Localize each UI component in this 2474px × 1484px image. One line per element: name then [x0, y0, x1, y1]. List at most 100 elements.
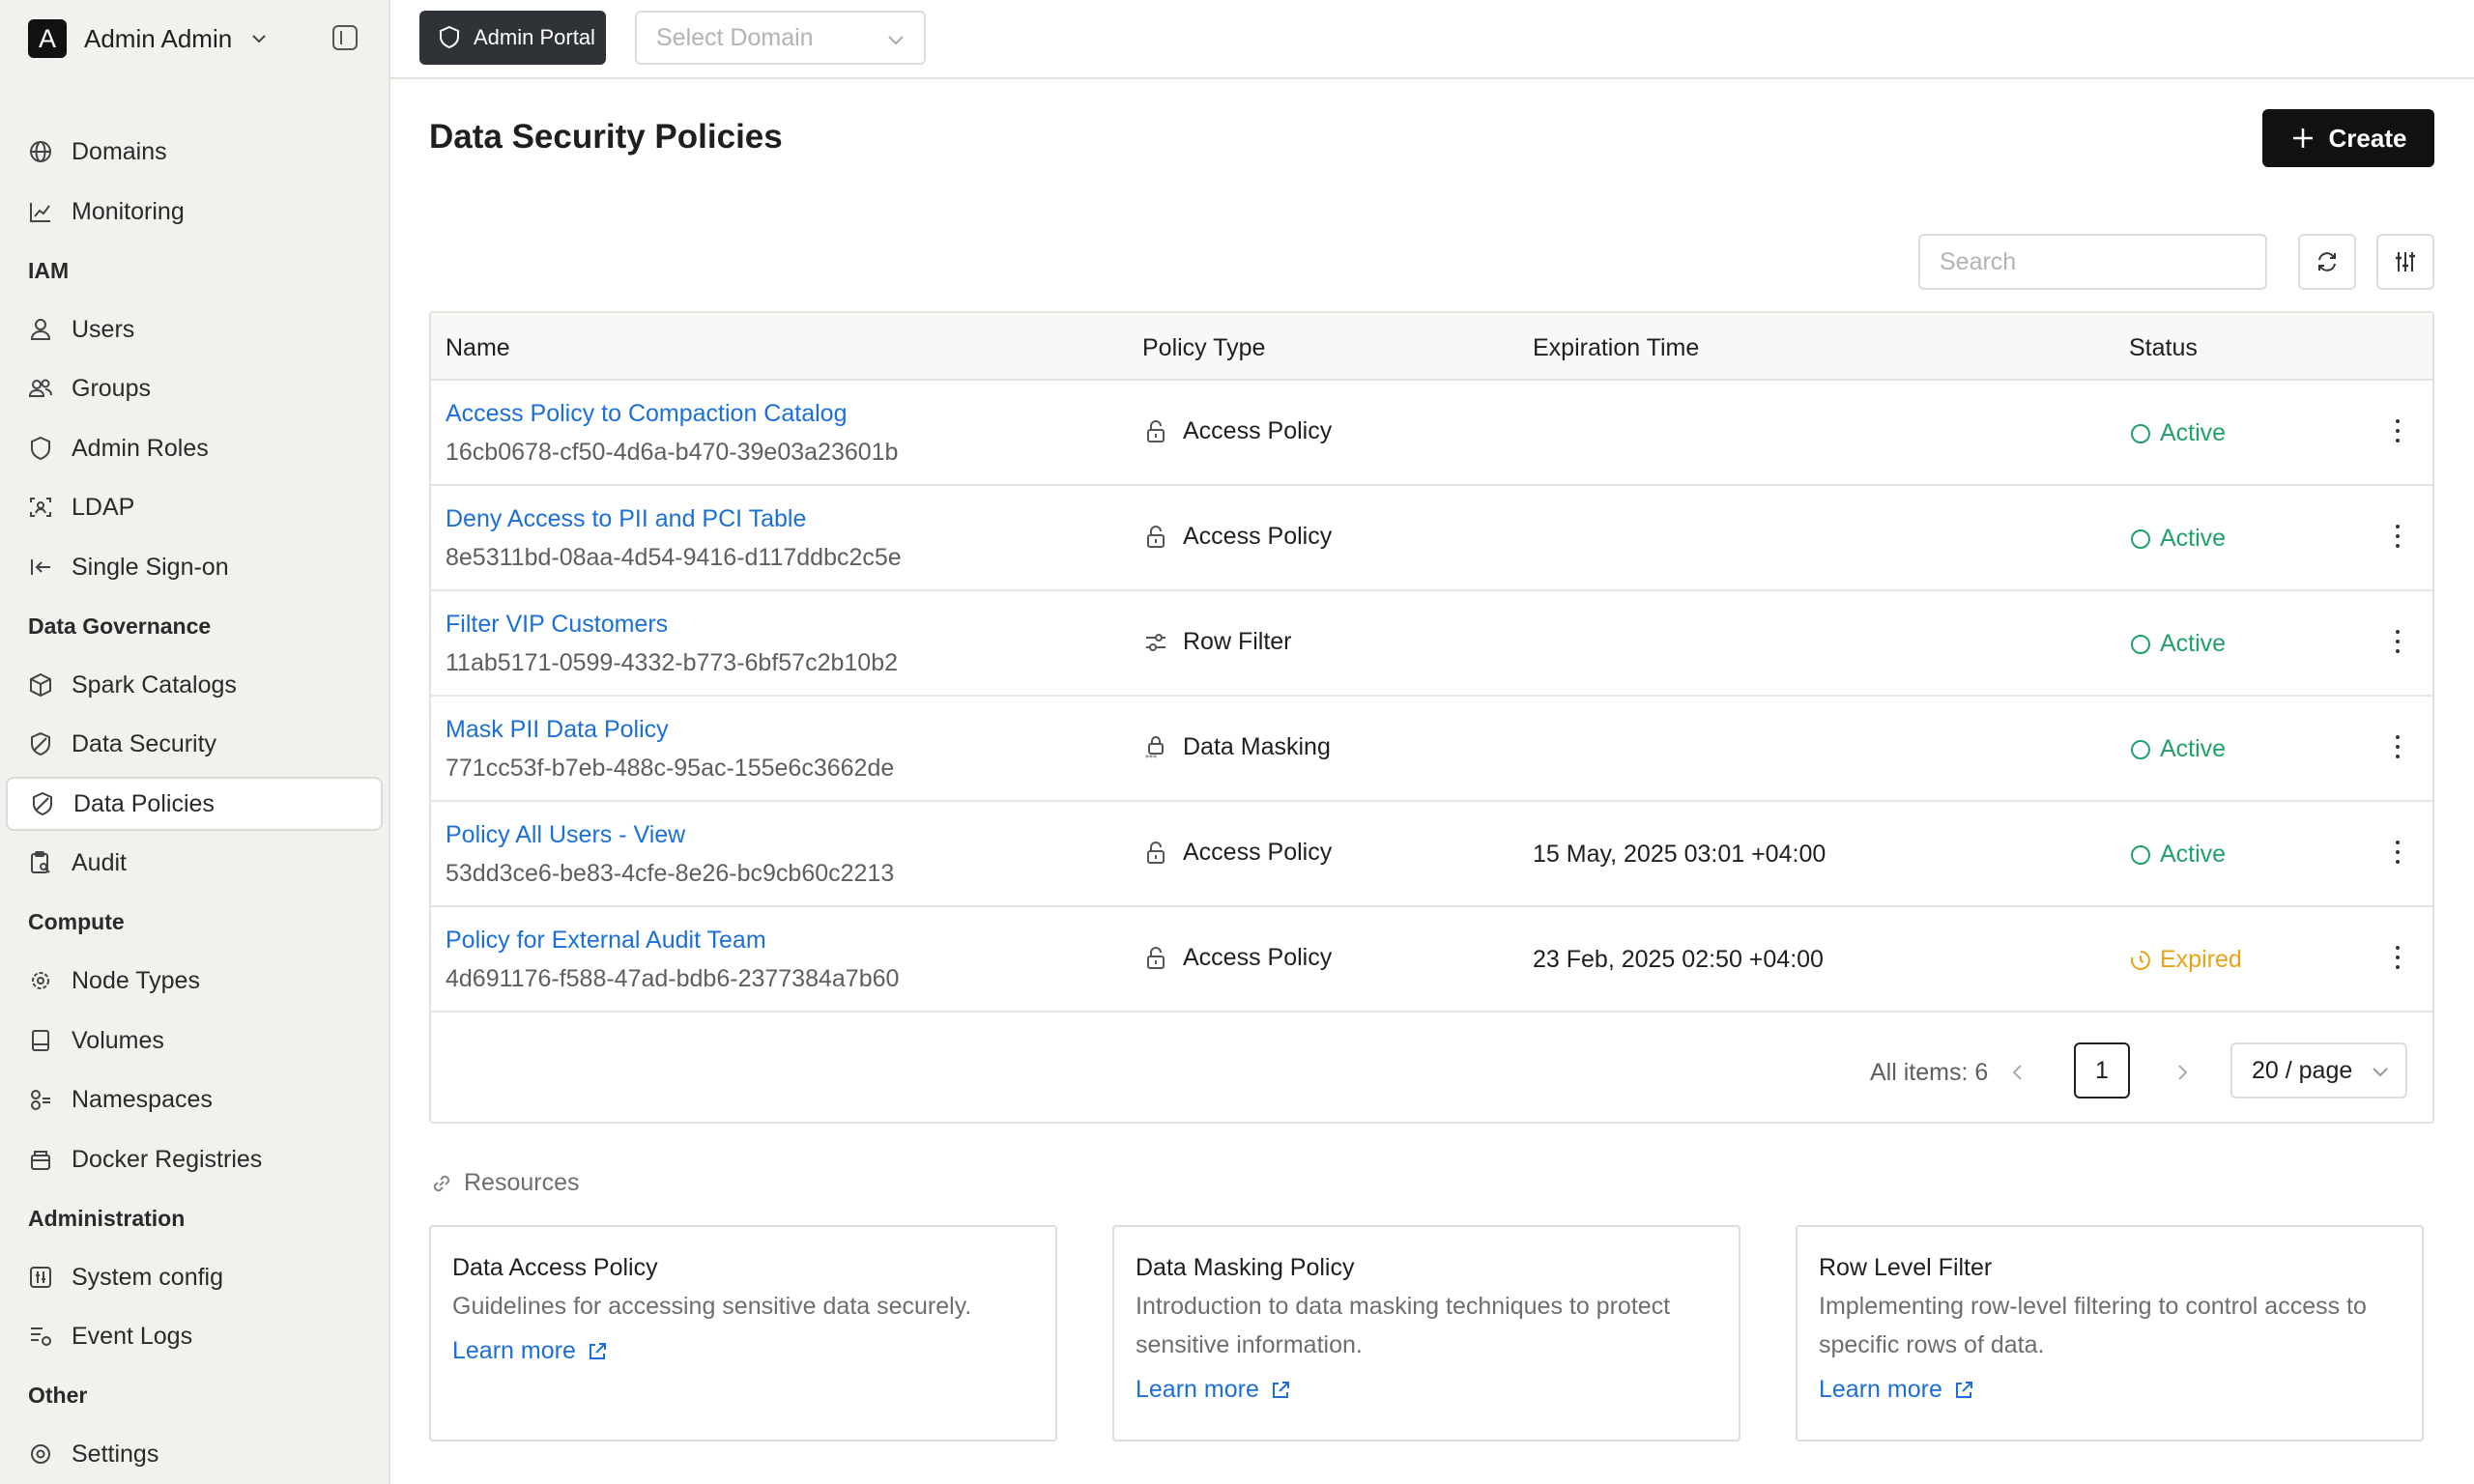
domain-select[interactable]: Select Domain [635, 11, 926, 65]
sidebar-item-system-config[interactable]: System config [6, 1250, 383, 1304]
cell-name: Policy All Users - View 53dd3ce6-be83-4c… [446, 819, 894, 889]
main-content: Data Security Policies Create Name Polic… [390, 79, 2474, 1484]
policy-id: 53dd3ce6-be83-4cfe-8e26-bc9cb60c2213 [446, 860, 895, 887]
resources-label: Resources [464, 1169, 580, 1196]
more-vertical-icon[interactable] [2386, 833, 2409, 871]
learn-more-link[interactable]: Learn more [1136, 1376, 1292, 1404]
sidebar-item-domains[interactable]: Domains [6, 125, 383, 179]
list-bullet-icon [31, 1327, 51, 1346]
resource-card-data-access-policy: Data Access Policy Guidelines for access… [429, 1225, 1057, 1441]
create-button[interactable]: Create [2262, 109, 2434, 167]
shield-icon [440, 25, 459, 49]
policy-name-link[interactable]: Access Policy to Compaction Catalog [446, 398, 898, 429]
column-header-expiration-time[interactable]: Expiration Time [1533, 334, 1699, 362]
cell-policy-type: Access Policy [1142, 417, 1332, 445]
page-size-value: 20 / page [2252, 1056, 2353, 1084]
policy-name-link[interactable]: Policy for External Audit Team [446, 925, 899, 956]
more-vertical-icon[interactable] [2386, 622, 2409, 661]
admin-portal-button[interactable]: Admin Portal [419, 11, 606, 65]
sidebar-item-label: Settings [72, 1440, 159, 1468]
external-link-icon [1272, 1381, 1289, 1398]
page-button-current[interactable]: 1 [2074, 1042, 2130, 1099]
status-badge: Active [2129, 735, 2226, 763]
policy-type-label: Data Masking [1183, 733, 1331, 760]
expiration-time: 15 May, 2025 03:01 +04:00 [1533, 841, 1827, 868]
column-header-policy-type[interactable]: Policy Type [1142, 334, 1265, 362]
cell-policy-type: Row Filter [1142, 628, 1292, 656]
sidebar-toggle-icon[interactable] [331, 23, 360, 52]
globe-icon [30, 141, 51, 162]
cell-name: Mask PII Data Policy 771cc53f-b7eb-488c-… [446, 714, 894, 784]
sidebar-item-admin-roles[interactable]: Admin Roles [6, 421, 383, 475]
sidebar-item-spark-catalogs[interactable]: Spark Catalogs [6, 658, 383, 712]
refresh-button[interactable] [2298, 234, 2356, 290]
total-items: All items: 6 [1870, 1059, 1989, 1086]
table-row: Deny Access to PII and PCI Table 8e5311b… [431, 486, 2432, 591]
chevron-right-icon[interactable] [2171, 1061, 2194, 1084]
status-label: Active [2160, 630, 2227, 657]
sidebar-item-data-security[interactable]: Data Security [6, 717, 383, 771]
card-description: Implementing row-level filtering to cont… [1819, 1293, 2367, 1358]
cell-policy-type: Access Policy [1142, 523, 1332, 551]
card-title: Row Level Filter [1819, 1254, 1993, 1281]
chevron-left-icon[interactable] [2006, 1061, 2029, 1084]
sidebar-item-single-sign-on[interactable]: Single Sign-on [6, 540, 383, 594]
circle-icon [2131, 739, 2150, 759]
scan-face-icon [30, 498, 51, 517]
avatar: A [28, 19, 67, 58]
sliders-icon [2396, 252, 2415, 271]
sidebar-item-event-logs[interactable]: Event Logs [6, 1309, 383, 1363]
more-vertical-icon[interactable] [2386, 517, 2409, 556]
sidebar-item-monitoring[interactable]: Monitoring [6, 185, 383, 239]
sidebar-item-ldap[interactable]: LDAP [6, 480, 383, 534]
resource-card-data-masking-policy: Data Masking Policy Introduction to data… [1112, 1225, 1740, 1441]
status-label: Active [2160, 525, 2227, 552]
status-badge: Active [2129, 525, 2226, 553]
more-vertical-icon[interactable] [2386, 412, 2409, 450]
sidebar-item-node-types[interactable]: Node Types [6, 954, 383, 1008]
sidebar-item-groups[interactable]: Groups [6, 361, 383, 415]
user-icon [30, 319, 51, 340]
sidebar-item-docker-registries[interactable]: Docker Registries [6, 1132, 383, 1186]
sidebar-item-label: Data Security [72, 729, 217, 757]
login-arrow-icon [31, 559, 50, 575]
sidebar-item-settings[interactable]: Settings [6, 1427, 383, 1481]
learn-more-label: Learn more [1819, 1376, 1942, 1403]
cell-policy-type: Access Policy [1142, 944, 1332, 972]
policy-id: 16cb0678-cf50-4d6a-b470-39e03a23601b [446, 439, 899, 466]
sidebar-item-audit[interactable]: Audit [6, 836, 383, 890]
lock-open-icon [1147, 946, 1165, 969]
policy-id: 4d691176-f588-47ad-bdb6-2377384a7b60 [446, 965, 900, 992]
circle-icon [2131, 634, 2150, 654]
section-compute: Compute [28, 909, 125, 934]
sidebar-item-users[interactable]: Users [6, 302, 383, 357]
sidebar-item-data-policies[interactable]: Data Policies [6, 777, 383, 831]
column-header-status[interactable]: Status [2129, 334, 2198, 362]
more-vertical-icon[interactable] [2386, 938, 2409, 977]
status-label: Active [2160, 735, 2227, 762]
sidebar-item-volumes[interactable]: Volumes [6, 1013, 383, 1068]
user-menu[interactable]: A Admin Admin [28, 19, 269, 58]
policy-name-link[interactable]: Deny Access to PII and PCI Table [446, 503, 902, 534]
policy-name-link[interactable]: Policy All Users - View [446, 819, 894, 850]
cell-name: Filter VIP Customers 11ab5171-0599-4332-… [446, 609, 898, 678]
chevron-down-icon [2373, 1068, 2388, 1077]
clipboard-search-icon [31, 851, 50, 873]
page-size-select[interactable]: 20 / page [2230, 1042, 2407, 1099]
learn-more-link[interactable]: Learn more [1819, 1376, 1975, 1404]
policy-type-label: Access Policy [1183, 839, 1333, 866]
sliders-square-icon [30, 1267, 51, 1288]
sidebar-item-namespaces[interactable]: Namespaces [6, 1072, 383, 1127]
sidebar-item-label: Monitoring [72, 197, 185, 225]
learn-more-label: Learn more [1136, 1376, 1259, 1403]
policy-type-label: Access Policy [1183, 523, 1333, 550]
sidebar-item-label: Admin Roles [72, 434, 209, 462]
search-input[interactable] [1918, 234, 2267, 290]
policy-name-link[interactable]: Filter VIP Customers [446, 609, 898, 640]
more-vertical-icon[interactable] [2386, 728, 2409, 766]
column-settings-button[interactable] [2376, 234, 2434, 290]
policy-name-link[interactable]: Mask PII Data Policy [446, 714, 894, 745]
column-header-name[interactable]: Name [446, 334, 510, 362]
learn-more-link[interactable]: Learn more [452, 1337, 609, 1365]
sidebar-item-label: Node Types [72, 966, 200, 994]
